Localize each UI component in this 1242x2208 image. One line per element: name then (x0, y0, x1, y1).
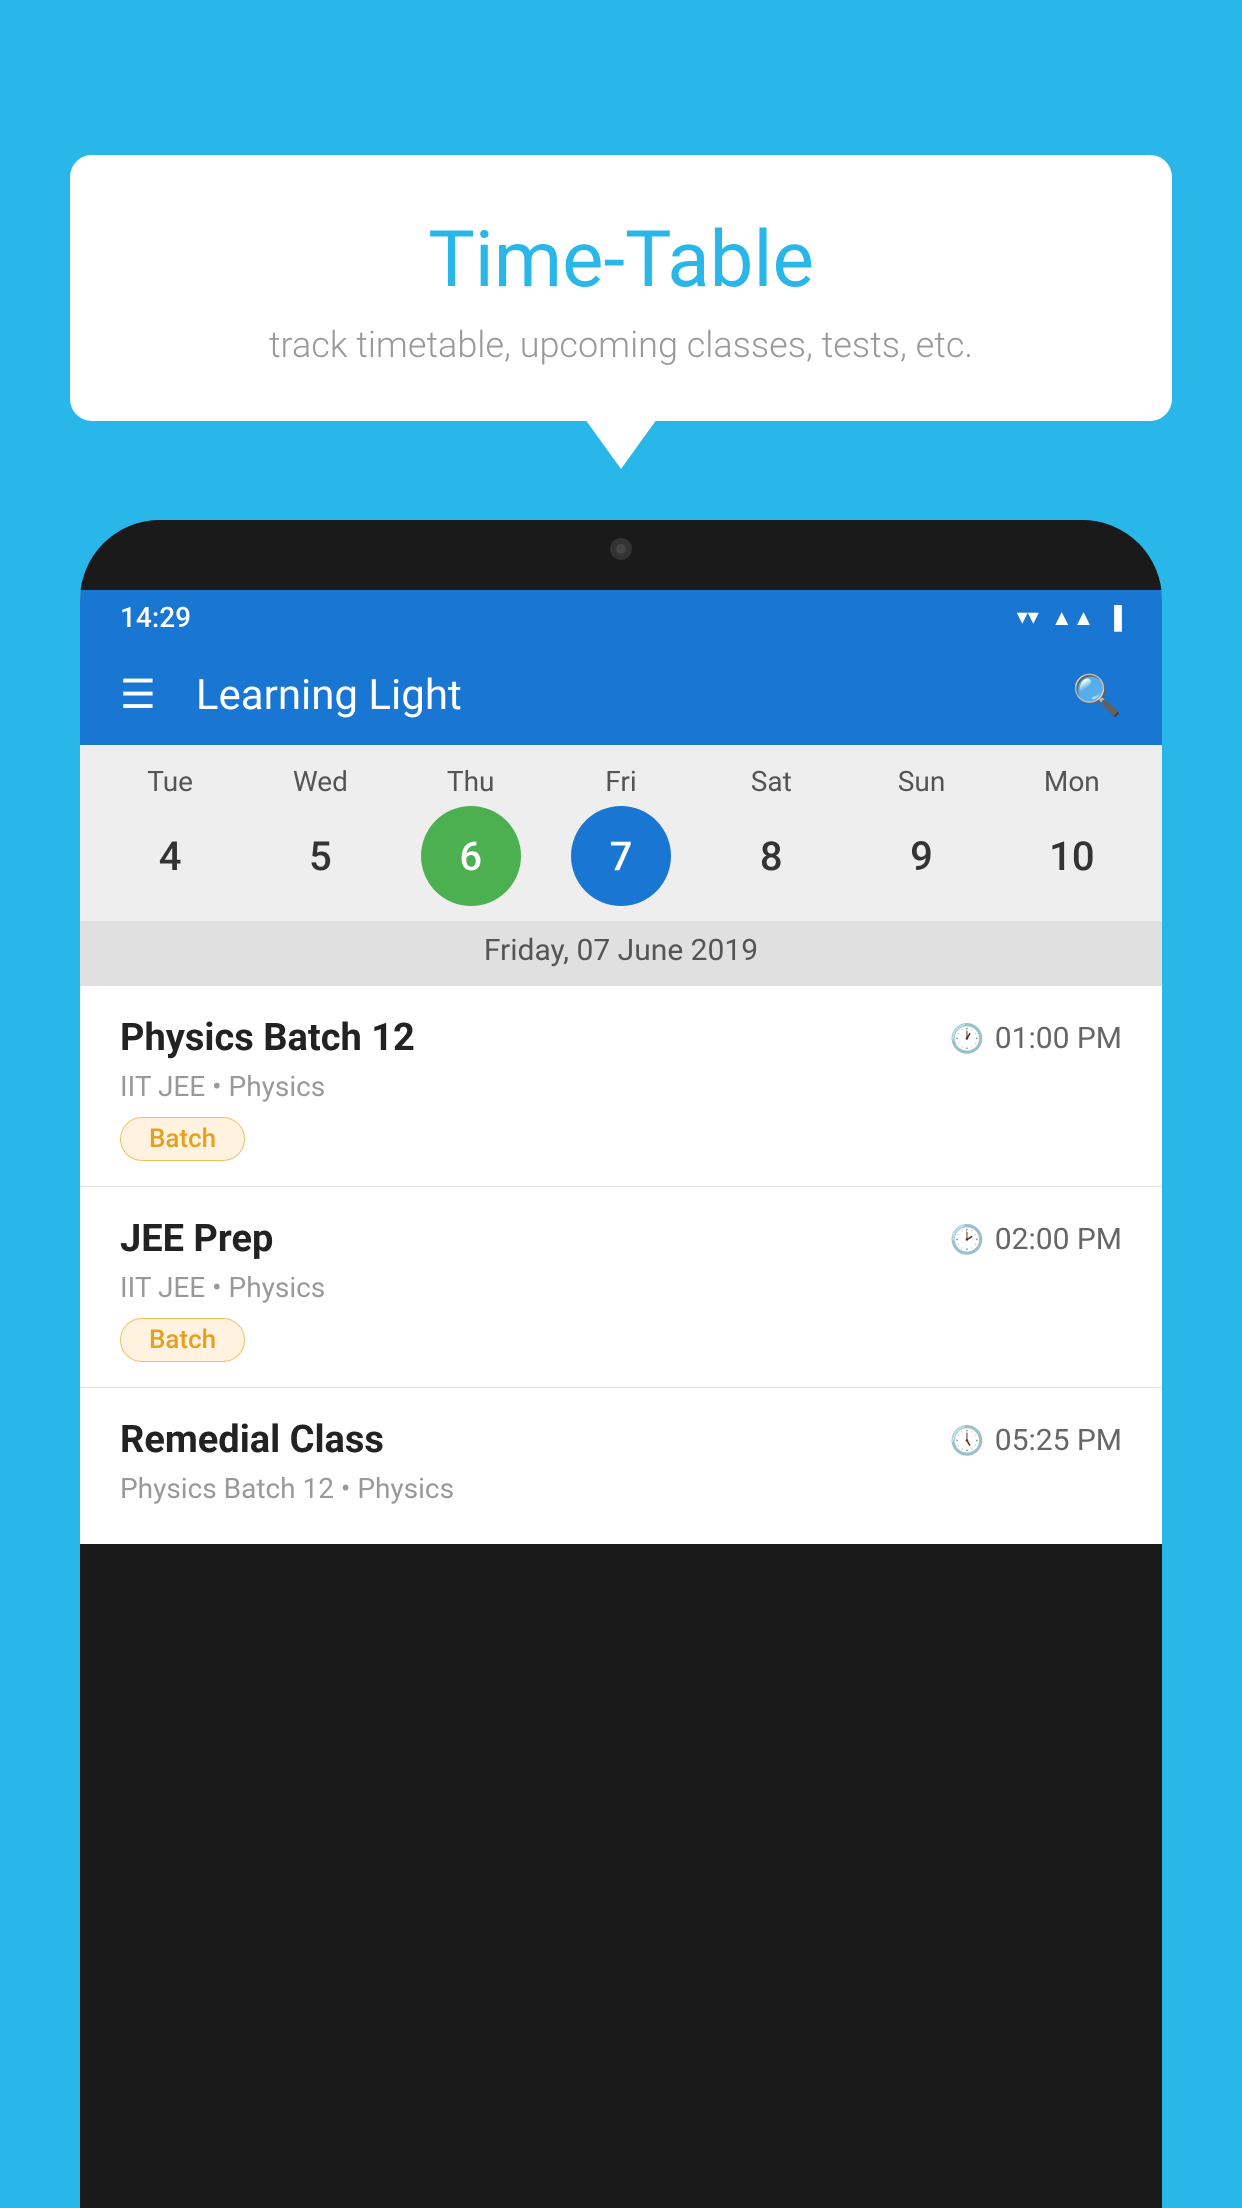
schedule-item-2[interactable]: JEE Prep 🕑 02:00 PM IIT JEE • Physics Ba… (80, 1187, 1162, 1388)
schedule-item-3[interactable]: Remedial Class 🕔 05:25 PM Physics Batch … (80, 1388, 1162, 1544)
schedule-time-value-3: 05:25 PM (995, 1423, 1122, 1458)
day-5[interactable]: 5 (270, 806, 370, 906)
app-bar: ☰ Learning Light 🔍 (80, 645, 1162, 745)
schedule-title-2: JEE Prep (120, 1217, 273, 1261)
phone-frame: 14:29 ▾▾ ▲▲ ▐ ☰ Learning Light 🔍 Tue Wed… (80, 520, 1162, 2208)
day-4[interactable]: 4 (120, 806, 220, 906)
day-9[interactable]: 9 (872, 806, 972, 906)
clock-icon-2: 🕑 (950, 1223, 985, 1256)
phone-top (80, 520, 1162, 590)
phone-screen: 14:29 ▾▾ ▲▲ ▐ ☰ Learning Light 🔍 Tue Wed… (80, 590, 1162, 1544)
schedule-time-1: 🕐 01:00 PM (950, 1021, 1122, 1056)
page-subtitle: track timetable, upcoming classes, tests… (120, 324, 1122, 366)
schedule-time-3: 🕔 05:25 PM (950, 1423, 1122, 1458)
schedule-time-value-2: 02:00 PM (995, 1222, 1122, 1257)
speech-bubble: Time-Table track timetable, upcoming cla… (70, 155, 1172, 421)
day-label-sat: Sat (711, 765, 831, 798)
day-6-today[interactable]: 6 (421, 806, 521, 906)
status-time: 14:29 (120, 601, 191, 634)
day-label-wed: Wed (260, 765, 380, 798)
day-label-thu: Thu (411, 765, 531, 798)
schedule-list: Physics Batch 12 🕐 01:00 PM IIT JEE • Ph… (80, 986, 1162, 1544)
day-8[interactable]: 8 (721, 806, 821, 906)
app-bar-title: Learning Light (196, 671, 1032, 720)
day-label-fri: Fri (561, 765, 681, 798)
schedule-subtitle-1: IIT JEE • Physics (120, 1070, 1122, 1103)
batch-badge-2: Batch (120, 1318, 245, 1362)
speech-bubble-container: Time-Table track timetable, upcoming cla… (70, 155, 1172, 421)
hamburger-icon[interactable]: ☰ (120, 675, 156, 715)
schedule-item-1[interactable]: Physics Batch 12 🕐 01:00 PM IIT JEE • Ph… (80, 986, 1162, 1187)
battery-icon: ▐ (1106, 605, 1122, 631)
schedule-time-value-1: 01:00 PM (995, 1021, 1122, 1056)
clock-icon-1: 🕐 (950, 1022, 985, 1055)
status-bar: 14:29 ▾▾ ▲▲ ▐ (80, 590, 1162, 645)
day-label-mon: Mon (1012, 765, 1132, 798)
batch-badge-1: Batch (120, 1117, 245, 1161)
wifi-icon: ▾▾ (1017, 605, 1039, 630)
phone-camera (610, 538, 632, 560)
page-title: Time-Table (120, 215, 1122, 306)
day-7-selected[interactable]: 7 (571, 806, 671, 906)
schedule-title-1: Physics Batch 12 (120, 1016, 415, 1060)
day-10[interactable]: 10 (1022, 806, 1122, 906)
day-label-sun: Sun (862, 765, 982, 798)
days-numbers: 4 5 6 7 8 9 10 (80, 806, 1162, 906)
schedule-item-header-1: Physics Batch 12 🕐 01:00 PM (120, 1016, 1122, 1060)
search-icon[interactable]: 🔍 (1072, 672, 1122, 719)
schedule-title-3: Remedial Class (120, 1418, 384, 1462)
day-label-tue: Tue (110, 765, 230, 798)
status-icons: ▾▾ ▲▲ ▐ (1017, 605, 1122, 631)
schedule-time-2: 🕑 02:00 PM (950, 1222, 1122, 1257)
schedule-subtitle-2: IIT JEE • Physics (120, 1271, 1122, 1304)
calendar-strip: Tue Wed Thu Fri Sat Sun Mon 4 5 6 7 8 9 … (80, 745, 1162, 986)
schedule-item-header-2: JEE Prep 🕑 02:00 PM (120, 1217, 1122, 1261)
clock-icon-3: 🕔 (950, 1424, 985, 1457)
days-header: Tue Wed Thu Fri Sat Sun Mon (80, 765, 1162, 798)
signal-icon: ▲▲ (1051, 605, 1095, 631)
schedule-item-header-3: Remedial Class 🕔 05:25 PM (120, 1418, 1122, 1462)
selected-date-label: Friday, 07 June 2019 (80, 921, 1162, 986)
schedule-subtitle-3: Physics Batch 12 • Physics (120, 1472, 1122, 1505)
